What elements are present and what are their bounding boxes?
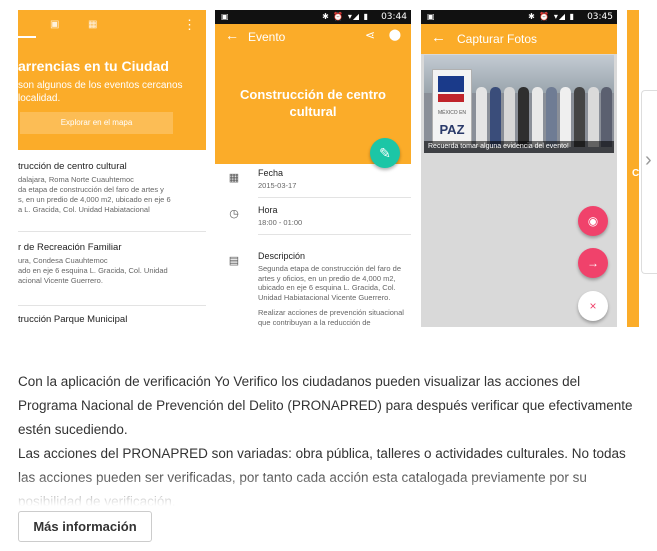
sign-big-text: PAZ xyxy=(439,122,465,137)
event-title-line: Construcción de centro xyxy=(240,87,386,102)
screenshot-events-list[interactable]: ▣ ▦ ⋮ arrencias en tu Ciudad son algunos… xyxy=(18,10,206,327)
description-line: Segunda etapa de construcción del faro d… xyxy=(258,264,402,273)
runner xyxy=(476,87,487,147)
notification-icon: ▣ xyxy=(427,12,435,21)
partial-letter: C xyxy=(632,168,639,179)
divider xyxy=(258,197,411,198)
description-line: Unidad Habiatacional Vicente Guerrero. xyxy=(258,292,391,302)
status-icons: ✱ ⏰ ▾◢ ▮ xyxy=(322,12,369,21)
runner xyxy=(601,87,612,147)
camera-icon: ◉ xyxy=(587,214,599,228)
send-fab-button[interactable]: → xyxy=(578,248,608,278)
event-title: r de Recreación Familiar xyxy=(18,242,122,253)
page-title: arrencias en tu Ciudad xyxy=(18,58,169,74)
descripcion-label: Descripción xyxy=(258,251,306,261)
share-icon[interactable]: ⋖ xyxy=(365,28,375,42)
event-detail-line: s, en un predio de 4,000 m2, ubicado en … xyxy=(18,195,171,204)
divider xyxy=(18,231,206,232)
status-icons: ✱ ⏰ ▾◢ ▮ xyxy=(528,12,575,21)
calendar-icon: ▦ xyxy=(228,172,240,184)
text-fade-overlay xyxy=(0,470,657,510)
subtitle-line: localidad. xyxy=(18,93,61,104)
list-item[interactable]: r de Recreación Familiar ura, Condesa Cu… xyxy=(18,242,206,286)
divider xyxy=(258,234,411,235)
fecha-label: Fecha xyxy=(258,168,284,178)
event-title: trucción Parque Municipal xyxy=(18,314,128,325)
status-bar: ▣ ✱ ⏰ ▾◢ ▮ 03:45 xyxy=(421,10,617,24)
photo-caption: Recuerda tomar alguna evidencia del even… xyxy=(424,141,614,153)
event-photo[interactable]: MÉXICO EN PAZ Recuerda tomar alguna evid… xyxy=(424,55,614,153)
event-title: trucción de centro cultural xyxy=(18,161,127,172)
description-paragraph: Con la aplicación de verificación Yo Ver… xyxy=(18,374,633,437)
explore-map-button[interactable]: Explorar en el mapa xyxy=(20,112,173,134)
runner xyxy=(532,87,543,147)
pencil-icon: ✎ xyxy=(379,145,391,161)
events-header: ▣ ▦ ⋮ arrencias en tu Ciudad son algunos… xyxy=(18,10,206,150)
event-detail-line: acional Vicente Guerrero. xyxy=(18,276,103,285)
mexico-en-paz-sign: MÉXICO EN PAZ xyxy=(432,69,472,145)
event-detail-line: da etapa de construcción del faro de art… xyxy=(18,185,164,194)
runner xyxy=(518,87,529,147)
status-bar: ▣ ✱ ⏰ ▾◢ ▮ 03:44 xyxy=(215,10,411,24)
hora-value: 18:00 - 01:00 xyxy=(258,218,303,227)
runner xyxy=(574,87,585,147)
clock-icon: ◷ xyxy=(229,208,239,220)
document-icon: ▤ xyxy=(228,255,240,267)
event-detail-line: a L. Gracida, Col. Unidad Habiatacional xyxy=(18,205,150,214)
screenshot-capture-photos[interactable]: ▣ ✱ ⏰ ▾◢ ▮ 03:45 ← Capturar Fotos MÉXICO… xyxy=(421,10,617,327)
edit-fab-button[interactable]: ✎ xyxy=(370,138,400,168)
tab-bar: ▣ ▦ ⋮ xyxy=(18,10,206,38)
sign-blue-band xyxy=(438,76,464,92)
screenshot-partial[interactable]: C xyxy=(627,10,639,327)
page-subtitle: son algunos de los eventos cercanos loca… xyxy=(18,79,206,105)
subtitle-line: son algunos de los eventos cercanos xyxy=(18,80,183,91)
description-line: ubicado en eje 6 esquina L. Gracida, Col… xyxy=(258,283,396,292)
runner xyxy=(546,87,557,147)
status-time: 03:44 xyxy=(381,12,407,22)
runner xyxy=(504,87,515,147)
description-line: Realizar acciones de prevención situacio… xyxy=(258,308,404,317)
event-detail-line: ura, Condesa Cuauhtemoc xyxy=(18,256,108,265)
calendar-tab-icon[interactable]: ▣ xyxy=(50,19,59,30)
camera-fab-button[interactable]: ◉ xyxy=(578,206,608,236)
sign-small-text: MÉXICO EN xyxy=(437,110,467,116)
fecha-value: 2015-03-17 xyxy=(258,181,297,190)
runner xyxy=(560,87,571,147)
screenshot-event-detail[interactable]: ▣ ✱ ⏰ ▾◢ ▮ 03:44 ← Evento ⋖ ⬤ Construcci… xyxy=(215,10,411,327)
close-fab-button[interactable]: × xyxy=(578,291,608,321)
notification-icon: ▣ xyxy=(221,12,229,21)
hora-label: Hora xyxy=(258,205,278,215)
sign-red-band xyxy=(438,94,464,102)
list-item[interactable]: trucción de centro cultural dalajara, Ro… xyxy=(18,161,206,215)
event-details: dalajara, Roma Norte Cuauhtemoc da etapa… xyxy=(18,175,206,215)
appbar-title: Evento xyxy=(248,30,286,44)
appbar-title: Capturar Fotos xyxy=(457,32,538,46)
event-details: ura, Condesa Cuauhtemoc ado en eje 6 esq… xyxy=(18,256,206,286)
list-item[interactable]: trucción Parque Municipal xyxy=(18,314,206,325)
divider xyxy=(18,305,206,306)
close-icon: × xyxy=(589,299,597,313)
arrow-right-icon: → xyxy=(587,256,599,270)
back-arrow-icon[interactable]: ← xyxy=(431,29,446,46)
more-info-button[interactable]: Más información xyxy=(18,511,152,542)
status-time: 03:45 xyxy=(587,12,613,22)
carousel-next-button[interactable]: › xyxy=(641,90,657,274)
event-title-line: cultural xyxy=(289,104,337,119)
description-line: artes y oficios, en un predio de 4,000 m… xyxy=(258,273,396,283)
event-detail-line: ado en eje 6 esquina L. Gracida, Col. Un… xyxy=(18,266,168,275)
descripcion-value: Segunda etapa de construcción del faro d… xyxy=(258,264,408,327)
chevron-right-icon: › xyxy=(645,149,652,171)
event-title: Construcción de centro cultural xyxy=(215,86,411,120)
runner xyxy=(588,87,599,147)
event-detail-line: dalajara, Roma Norte Cuauhtemoc xyxy=(18,175,134,184)
screenshot-carousel[interactable]: ▣ ▦ ⋮ arrencias en tu Ciudad son algunos… xyxy=(0,0,657,330)
description-line: que contribuyan a la reducción de xyxy=(258,317,371,327)
back-arrow-icon[interactable]: ← xyxy=(225,27,239,43)
active-tab-indicator xyxy=(18,36,36,38)
overflow-menu-icon[interactable]: ⋮ xyxy=(183,17,196,33)
location-pin-icon[interactable]: ⬤ xyxy=(389,28,401,41)
runner xyxy=(490,87,501,147)
gallery-tab-icon[interactable]: ▦ xyxy=(88,19,97,30)
app-bar: ← Capturar Fotos xyxy=(421,24,617,54)
